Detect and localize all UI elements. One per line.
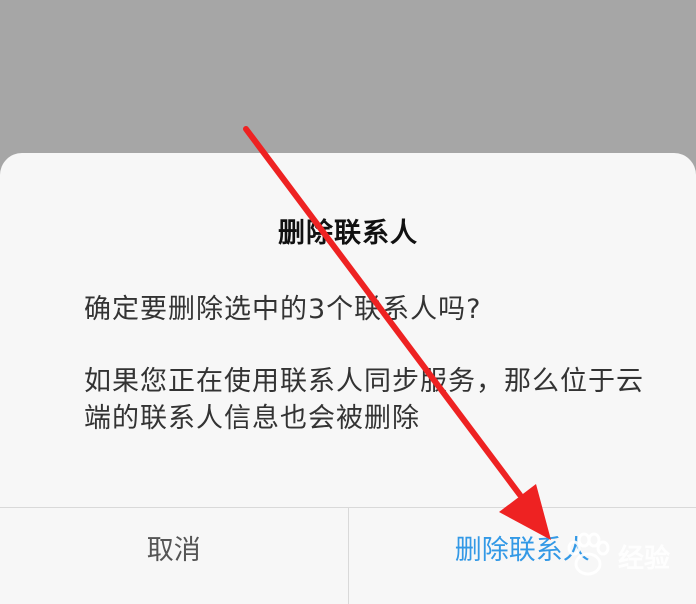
dialog-button-bar: 取消 删除联系人 <box>0 507 696 604</box>
dialog-detail: 如果您正在使用联系人同步服务，那么位于云端的联系人信息也会被删除 <box>84 366 644 434</box>
screen: 删除联系人 确定要删除选中的3个联系人吗? 如果您正在使用联系人同步服务，那么位… <box>0 0 696 604</box>
delete-contacts-button[interactable]: 删除联系人 <box>349 508 696 604</box>
dialog-title: 删除联系人 <box>278 218 418 249</box>
dialog-message: 确定要删除选中的3个联系人吗? <box>84 294 482 325</box>
cancel-button[interactable]: 取消 <box>0 508 349 604</box>
delete-contacts-dialog: 删除联系人 确定要删除选中的3个联系人吗? 如果您正在使用联系人同步服务，那么位… <box>0 153 696 604</box>
